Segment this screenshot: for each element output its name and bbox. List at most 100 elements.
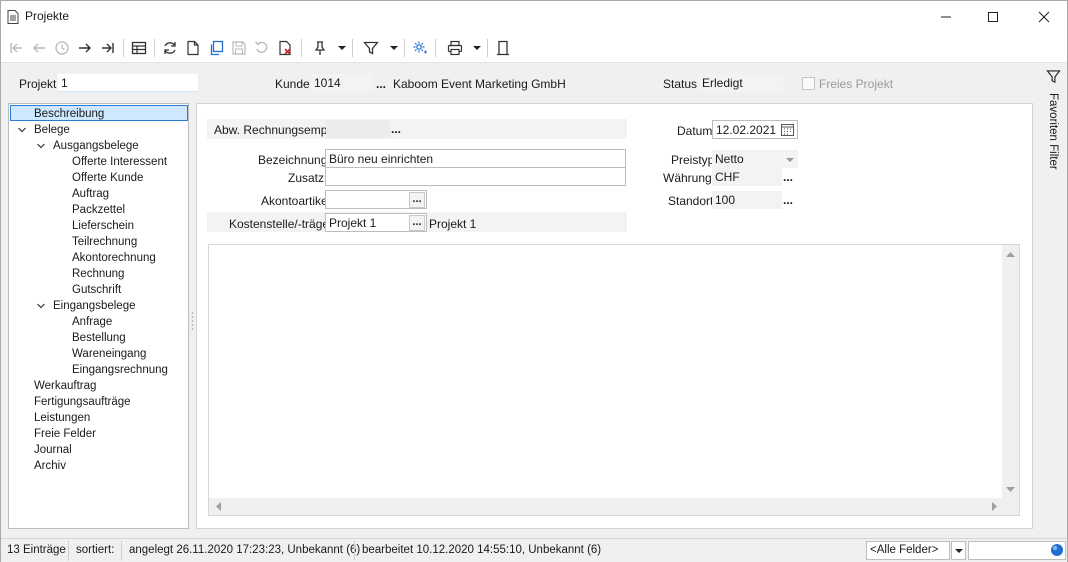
copy-button[interactable] (206, 39, 226, 57)
refresh-button[interactable] (160, 39, 180, 57)
standort-field[interactable]: 100 (712, 191, 782, 209)
tree-item-journal[interactable]: Journal (34, 442, 72, 458)
horizontal-scrollbar[interactable] (209, 498, 1004, 515)
scroll-up-icon[interactable] (1006, 251, 1015, 258)
scroll-right-icon[interactable] (991, 502, 998, 511)
exit-button[interactable] (493, 39, 513, 57)
abw-rechnungsempf-field[interactable] (326, 120, 390, 138)
tree-item-rechnung[interactable]: Rechnung (72, 266, 124, 282)
tree-item-fertigungsauftraege[interactable]: Fertigungsaufträge (34, 394, 131, 410)
tree-item-offerte-kunde[interactable]: Offerte Kunde (72, 170, 143, 186)
projekt-field[interactable]: 1 (58, 74, 198, 92)
tree-item-lieferschein[interactable]: Lieferschein (72, 218, 134, 234)
calendar-icon[interactable] (781, 123, 794, 136)
tree-item-beschreibung[interactable]: Beschreibung (10, 105, 188, 121)
print-icon (447, 40, 463, 56)
freies-projekt-checkbox[interactable] (802, 77, 815, 90)
new-document-button[interactable] (183, 39, 203, 57)
window-title: Projekte (25, 9, 70, 23)
save-button[interactable] (229, 39, 249, 57)
pin-dropdown[interactable] (337, 39, 347, 57)
kostenstelle-lookup-button[interactable]: ... (409, 215, 425, 231)
toolbar-separator (154, 39, 155, 57)
vertical-scrollbar[interactable] (1002, 245, 1019, 499)
datum-value: 12.02.2021 (716, 123, 777, 137)
tree-item-ausgangsbelege[interactable]: Ausgangsbelege (53, 138, 139, 154)
tree-item-gutschrift[interactable]: Gutschrift (72, 282, 121, 298)
kunde-lookup-button[interactable]: ... (376, 77, 386, 91)
tree-item-teilrechnung[interactable]: Teilrechnung (72, 234, 137, 250)
last-record-button[interactable] (98, 39, 118, 57)
globe-icon[interactable] (1050, 543, 1064, 557)
kostenstelle-value: Projekt 1 (329, 216, 377, 230)
favorites-filter-label[interactable]: Favoriten Filter (1047, 93, 1059, 170)
maximize-button[interactable] (970, 1, 1016, 33)
tree-item-akontorechnung[interactable]: Akontorechnung (72, 250, 156, 266)
undo-icon (255, 41, 268, 53)
chevron-down-icon (786, 158, 794, 162)
tree-item-packzettel[interactable]: Packzettel (72, 202, 125, 218)
tree-item-eingangsbelege[interactable]: Eingangsbelege (53, 298, 136, 314)
tree-item-label: Belege (34, 124, 70, 136)
tree-item-label: Lieferschein (72, 220, 135, 232)
tree-item-offerte-interessent[interactable]: Offerte Interessent (72, 154, 167, 170)
tree-item-anfrage[interactable]: Anfrage (72, 314, 112, 330)
tree-item-werkauftrag[interactable]: Werkauftrag (34, 378, 96, 394)
delete-button[interactable] (275, 39, 295, 57)
undo-button[interactable] (252, 39, 272, 57)
minimize-button[interactable] (923, 1, 969, 33)
pin-button[interactable] (310, 39, 330, 57)
tree-item-eingangsrechnung[interactable]: Eingangsrechnung (72, 362, 168, 378)
tree-item-leistungen[interactable]: Leistungen (34, 410, 90, 426)
chevron-down-icon[interactable] (17, 125, 27, 135)
tree-item-wareneingang[interactable]: Wareneingang (72, 346, 146, 362)
abw-lookup-button[interactable]: ... (391, 122, 401, 136)
tree-item-label: Offerte Kunde (72, 172, 144, 184)
zusatz-input[interactable] (325, 167, 626, 186)
filter-dropdown[interactable] (389, 39, 399, 57)
settings-button[interactable] (410, 39, 430, 57)
history-button[interactable] (52, 39, 72, 57)
scroll-down-icon[interactable] (1006, 486, 1015, 493)
field-select[interactable]: <Alle Felder> (866, 541, 950, 560)
kostenstelle-label: Kostenstelle/-träger (229, 217, 334, 231)
table-view-button[interactable] (129, 39, 149, 57)
minimize-icon (941, 16, 951, 18)
status-separator (354, 541, 355, 561)
standort-lookup-button[interactable]: ... (783, 193, 793, 207)
waehrung-field[interactable]: CHF (712, 168, 782, 186)
bezeichnung-input[interactable]: Büro neu einrichten (325, 149, 626, 168)
abw-rechnungsempf-label: Abw. Rechnungsempf. (214, 123, 335, 137)
back-button[interactable] (29, 39, 49, 57)
projekte-window: Projekte Projekt 1 Kunde 1014 ... Kaboom… (0, 0, 1068, 562)
chevron-down-icon[interactable] (36, 301, 46, 311)
print-button[interactable] (445, 39, 465, 57)
tree-item-label: Werkauftrag (34, 380, 97, 392)
field-select-dropdown[interactable] (951, 541, 966, 560)
tree-item-label: Anfrage (72, 316, 113, 328)
tree-item-archiv[interactable]: Archiv (34, 458, 66, 474)
tree-item-label: Teilrechnung (72, 236, 138, 248)
scroll-left-icon[interactable] (215, 502, 222, 511)
description-editor[interactable] (208, 244, 1020, 516)
forward-button[interactable] (75, 39, 95, 57)
first-record-button[interactable] (6, 39, 26, 57)
tree-item-belege[interactable]: Belege (34, 122, 70, 138)
filter-icon[interactable] (1046, 69, 1061, 84)
akontoartikel-lookup-button[interactable]: ... (409, 192, 425, 208)
toolbar-separator (123, 39, 124, 57)
kunde-number-field[interactable]: 1014 (311, 74, 373, 92)
tree-item-bestellung[interactable]: Bestellung (72, 330, 126, 346)
waehrung-lookup-button[interactable]: ... (783, 170, 793, 184)
filter-button[interactable] (361, 39, 381, 57)
splitter-handle[interactable] (191, 311, 194, 331)
chevron-down-icon[interactable] (36, 141, 46, 151)
tree-item-label: Auftrag (72, 188, 110, 200)
print-dropdown[interactable] (472, 39, 482, 57)
tree-item-freie-felder[interactable]: Freie Felder (34, 426, 96, 442)
kunde-number: 1014 (314, 76, 341, 90)
kunde-name: Kaboom Event Marketing GmbH (393, 77, 566, 91)
projekt-label: Projekt (19, 77, 57, 91)
close-button[interactable] (1021, 1, 1067, 33)
tree-item-auftrag[interactable]: Auftrag (72, 186, 109, 202)
